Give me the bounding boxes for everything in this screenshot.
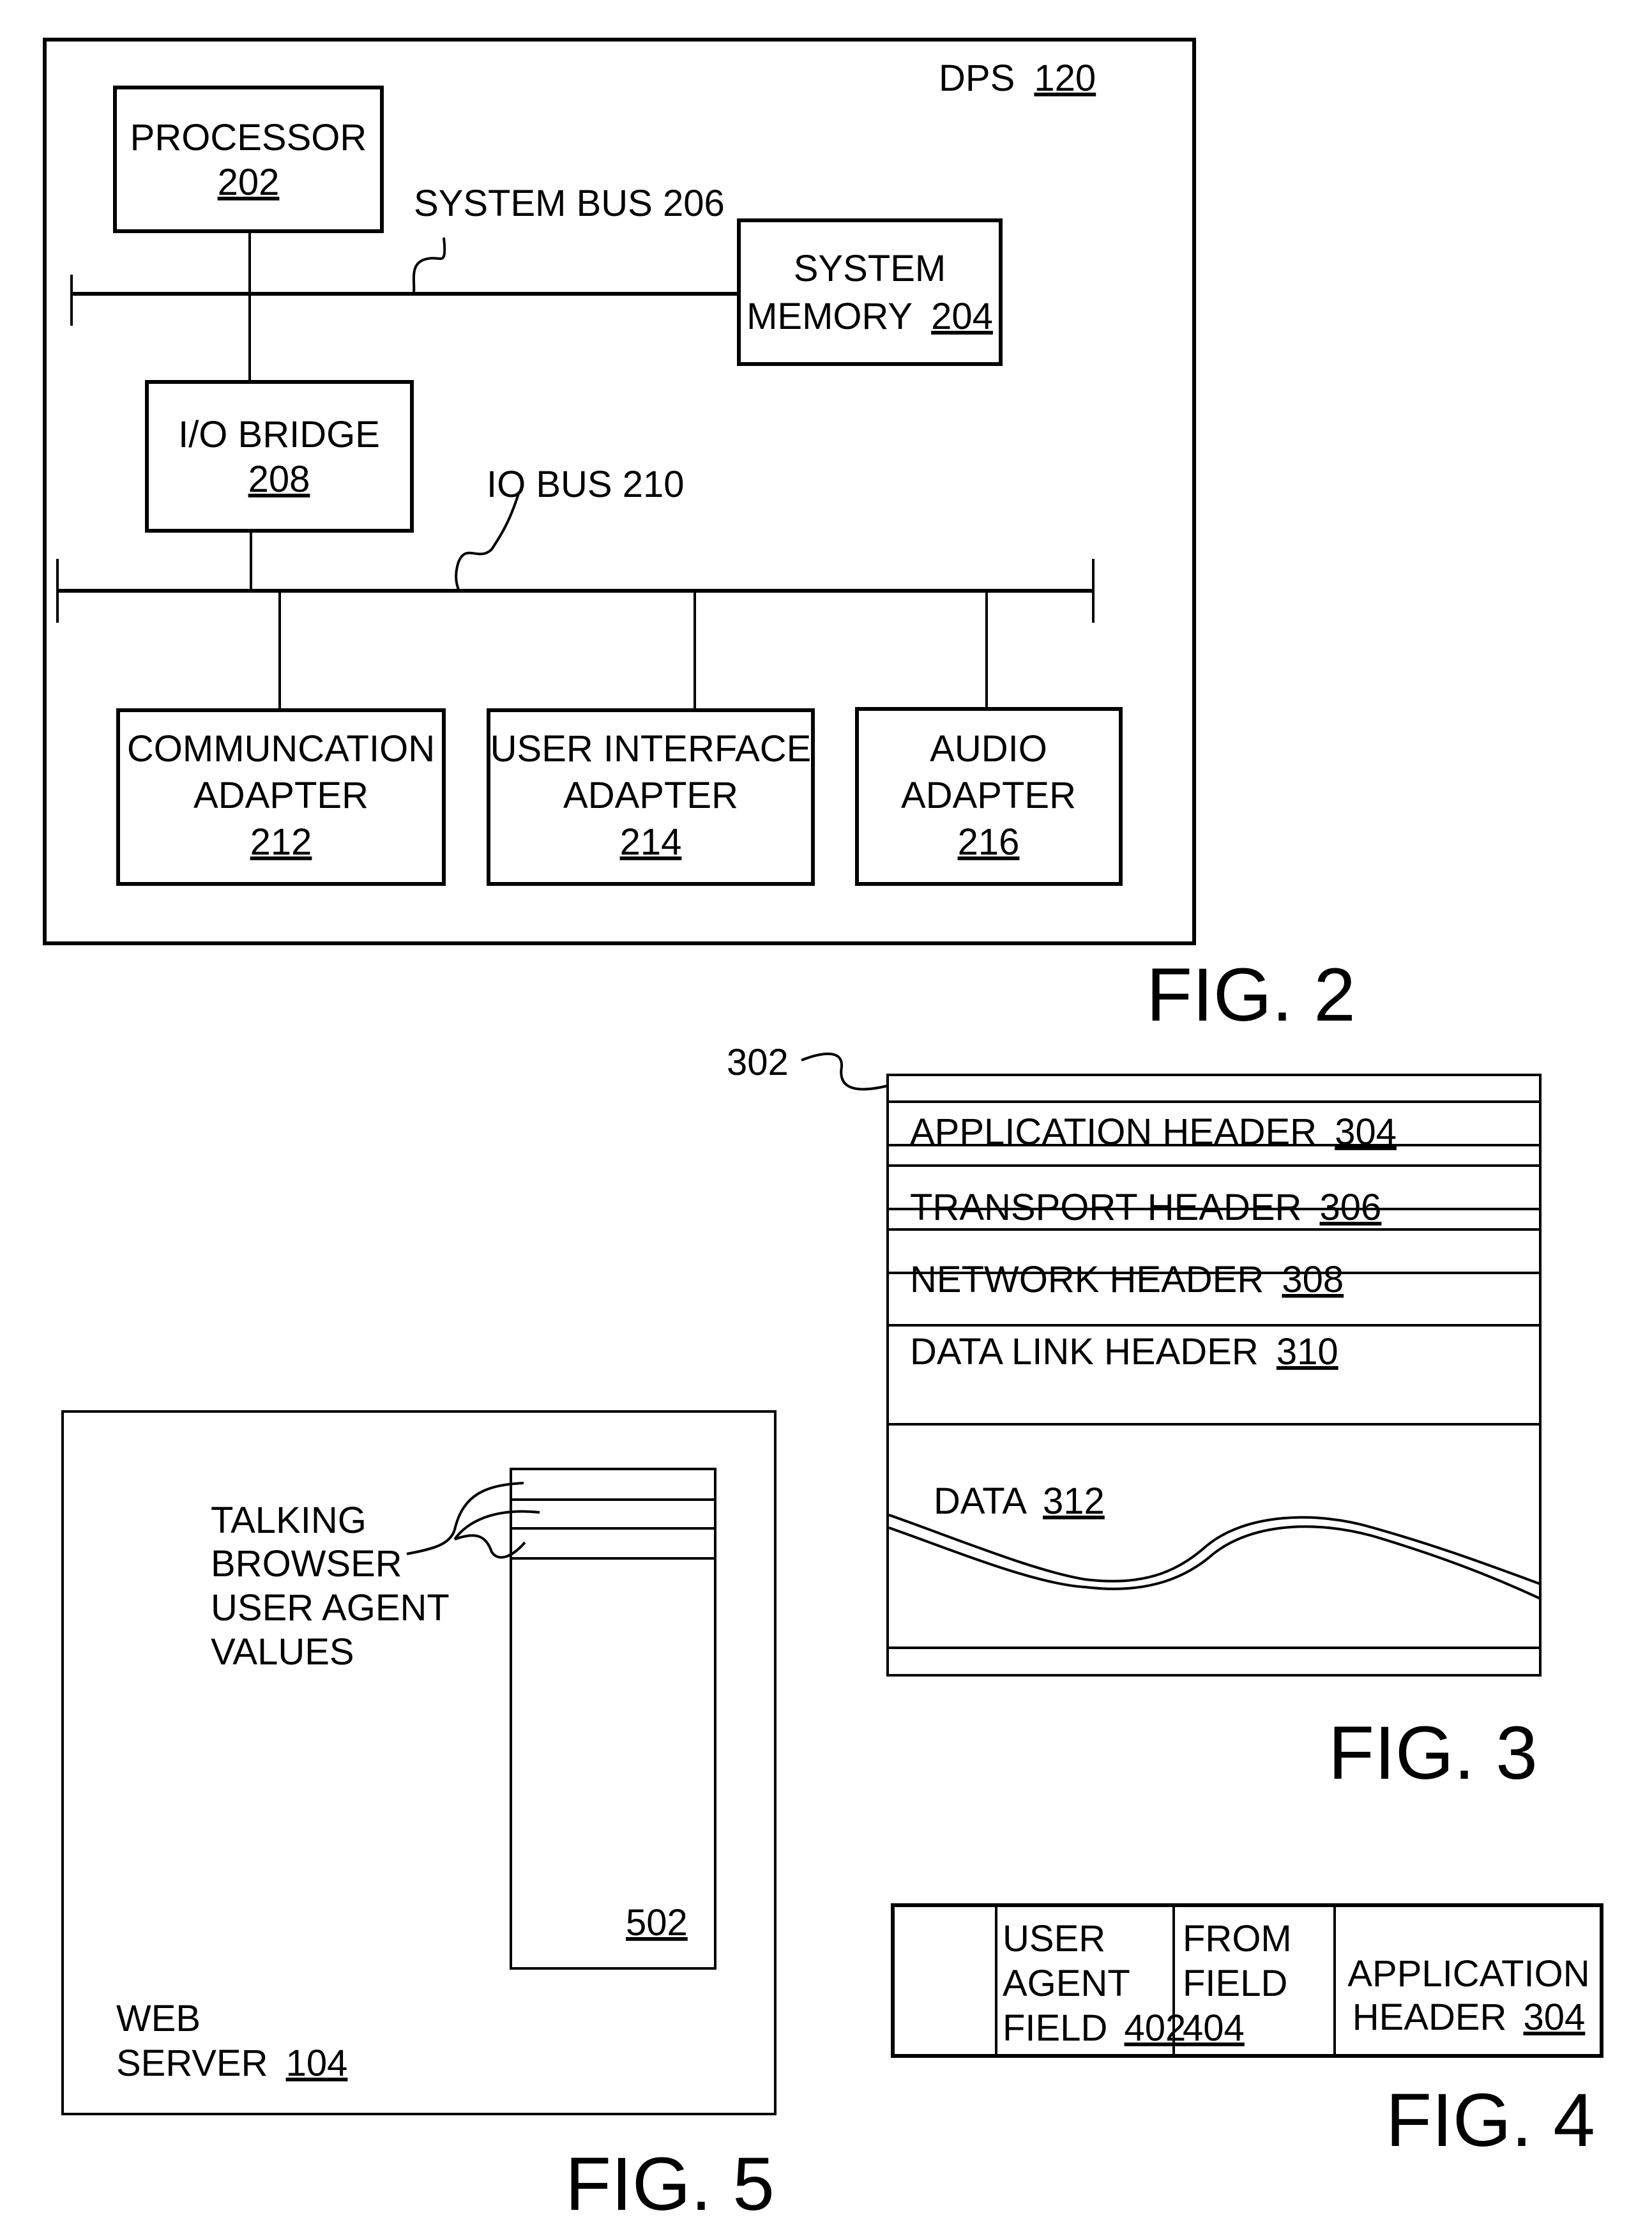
- from-field-line1: FROM: [1183, 1918, 1292, 1959]
- io-bridge-ref: 208: [248, 459, 310, 500]
- packet-ref: 302: [727, 1042, 789, 1083]
- communication-adapter-line2: ADAPTER: [193, 775, 368, 816]
- patent-drawing-sheet: DPS 120 PROCESSOR 202 SYSTEM BUS 206 SYS…: [43, 38, 1603, 2226]
- header-ref: 308: [1282, 1259, 1344, 1300]
- fig2-caption: FIG. 2: [1146, 953, 1356, 1037]
- user-agent-field-line3: FIELD: [1003, 2007, 1107, 2049]
- header-ref: 304: [1335, 1111, 1397, 1153]
- io-bus-label: IO BUS 210: [487, 464, 684, 505]
- header-label: APPLICATION HEADER: [910, 1111, 1317, 1153]
- from-field-ref: 404: [1183, 2007, 1245, 2049]
- fig5-caption: FIG. 5: [565, 2142, 775, 2226]
- application-header-ref: 304: [1524, 1997, 1586, 2038]
- web-server-line1: WEB: [116, 1998, 201, 2039]
- data-label-text: DATA: [934, 1480, 1027, 1522]
- header-label: NETWORK HEADER: [910, 1259, 1264, 1300]
- annotation-leader-3: [454, 1534, 526, 1559]
- system-bus-label: SYSTEM BUS 206: [414, 183, 725, 224]
- audio-adapter-line1: AUDIO: [930, 728, 1047, 770]
- processor-ref: 202: [218, 162, 280, 203]
- io-bridge-label: I/O BRIDGE: [178, 414, 380, 455]
- from-field-line2: FIELD: [1183, 1963, 1287, 2004]
- header-ref: 306: [1320, 1187, 1382, 1228]
- annotation-line1: TALKING: [211, 1500, 367, 1541]
- data-label: DATA 312: [934, 1480, 1105, 1522]
- data-break-line-top: [888, 1514, 1541, 1585]
- web-server-line2: SERVER: [116, 2043, 268, 2084]
- user-interface-adapter-line1: USER INTERFACE: [490, 728, 812, 770]
- io-bridge-box: [145, 380, 414, 533]
- packet-leader: [801, 1053, 888, 1091]
- system-memory-box: [737, 218, 1003, 366]
- fig4-caption: FIG. 4: [1386, 2078, 1595, 2163]
- header-row-network: NETWORK HEADER 308: [910, 1259, 1344, 1300]
- system-memory-ref: 204: [931, 296, 993, 337]
- svg-text:FIELD 402: FIELD 402: [1003, 2007, 1186, 2049]
- header-row-application: APPLICATION HEADER 304: [910, 1111, 1397, 1153]
- annotation-line4: VALUES: [211, 1631, 354, 1673]
- annotation-leader-1: [406, 1482, 524, 1555]
- user-agent-field-line2: AGENT: [1003, 1963, 1130, 2004]
- svg-text:MEMORY 204: MEMORY 204: [746, 296, 993, 337]
- application-header-line1: APPLICATION: [1347, 1953, 1589, 1995]
- header-label: DATA LINK HEADER: [910, 1331, 1259, 1373]
- data-ref: 312: [1043, 1480, 1105, 1522]
- dps-label: DPS: [939, 57, 1015, 99]
- user-interface-adapter-ref: 214: [620, 821, 682, 863]
- system-bus-leader: [412, 237, 446, 293]
- fig3-caption: FIG. 3: [1328, 1711, 1538, 1795]
- svg-text:HEADER 304: HEADER 304: [1353, 1997, 1586, 2038]
- fig3: 302 APPLICATION HEADER 304 TRANSPORT HEA…: [727, 1042, 1542, 1795]
- system-memory-line1: SYSTEM: [794, 248, 946, 289]
- audio-adapter-line2: ADAPTER: [901, 775, 1076, 816]
- processor-label: PROCESSOR: [130, 117, 367, 158]
- audio-adapter-ref: 216: [958, 821, 1020, 863]
- svg-text:DPS 120: DPS 120: [939, 57, 1096, 99]
- svg-text:SERVER 104: SERVER 104: [116, 2043, 347, 2084]
- table-ref: 502: [626, 1902, 688, 1944]
- application-header-line2: HEADER: [1353, 1997, 1507, 2038]
- dps-ref: 120: [1034, 57, 1096, 99]
- user-interface-adapter-line2: ADAPTER: [563, 775, 738, 816]
- header-row-data-link: DATA LINK HEADER 310: [910, 1331, 1338, 1373]
- fig4: USER AGENT FIELD 402 FROM FIELD 404 APPL…: [891, 1903, 1603, 2163]
- communication-adapter-ref: 212: [250, 821, 312, 863]
- header-label: TRANSPORT HEADER: [910, 1187, 1301, 1228]
- web-server-ref: 104: [286, 2043, 348, 2084]
- fig2: DPS 120 PROCESSOR 202 SYSTEM BUS 206 SYS…: [43, 38, 1356, 1037]
- header-row-transport: TRANSPORT HEADER 306: [910, 1187, 1381, 1228]
- communication-adapter-line1: COMMUNCATION: [127, 728, 435, 770]
- processor-box: [113, 86, 384, 233]
- data-break-line-bottom: [888, 1525, 1541, 1600]
- annotation-line3: USER AGENT: [211, 1587, 450, 1629]
- io-bus-leader: [455, 493, 520, 590]
- fig5: TALKING BROWSER USER AGENT VALUES 502 WE…: [61, 1410, 777, 2226]
- system-memory-line2: MEMORY: [746, 296, 912, 337]
- user-agent-table-502: [510, 1468, 716, 1970]
- user-agent-field-ref: 402: [1125, 2007, 1186, 2049]
- header-ref: 310: [1277, 1331, 1338, 1373]
- user-agent-field-line1: USER: [1003, 1918, 1105, 1959]
- annotation-line2: BROWSER: [211, 1543, 402, 1585]
